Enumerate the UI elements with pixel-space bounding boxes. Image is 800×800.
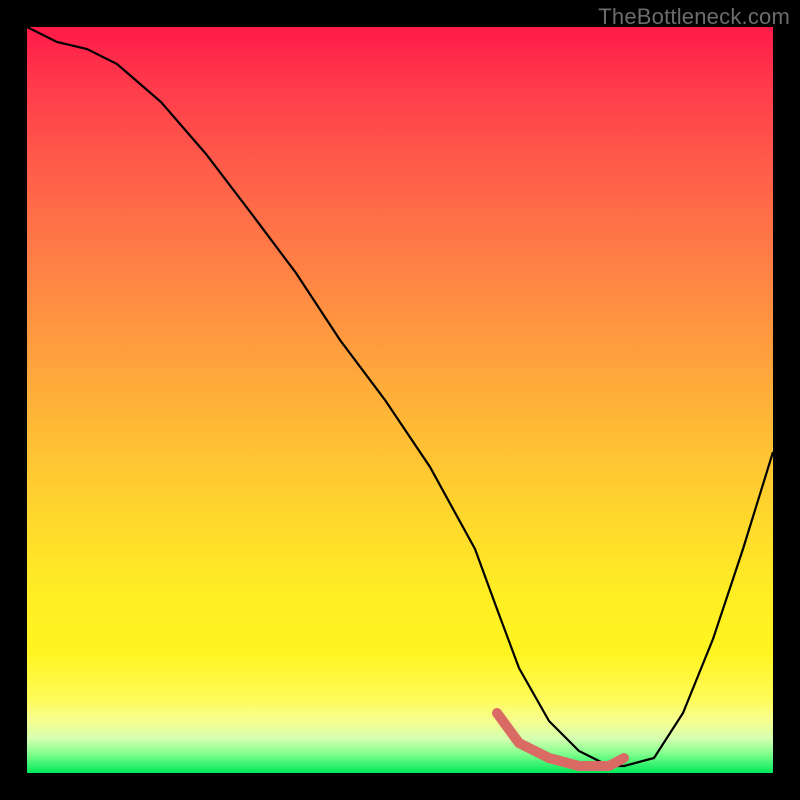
gradient-plot-area xyxy=(27,27,773,773)
bottleneck-curve xyxy=(27,27,773,766)
curve-layer xyxy=(27,27,773,773)
chart-frame: TheBottleneck.com xyxy=(0,0,800,800)
watermark-text: TheBottleneck.com xyxy=(598,4,790,30)
optimal-range-highlight xyxy=(497,713,624,766)
